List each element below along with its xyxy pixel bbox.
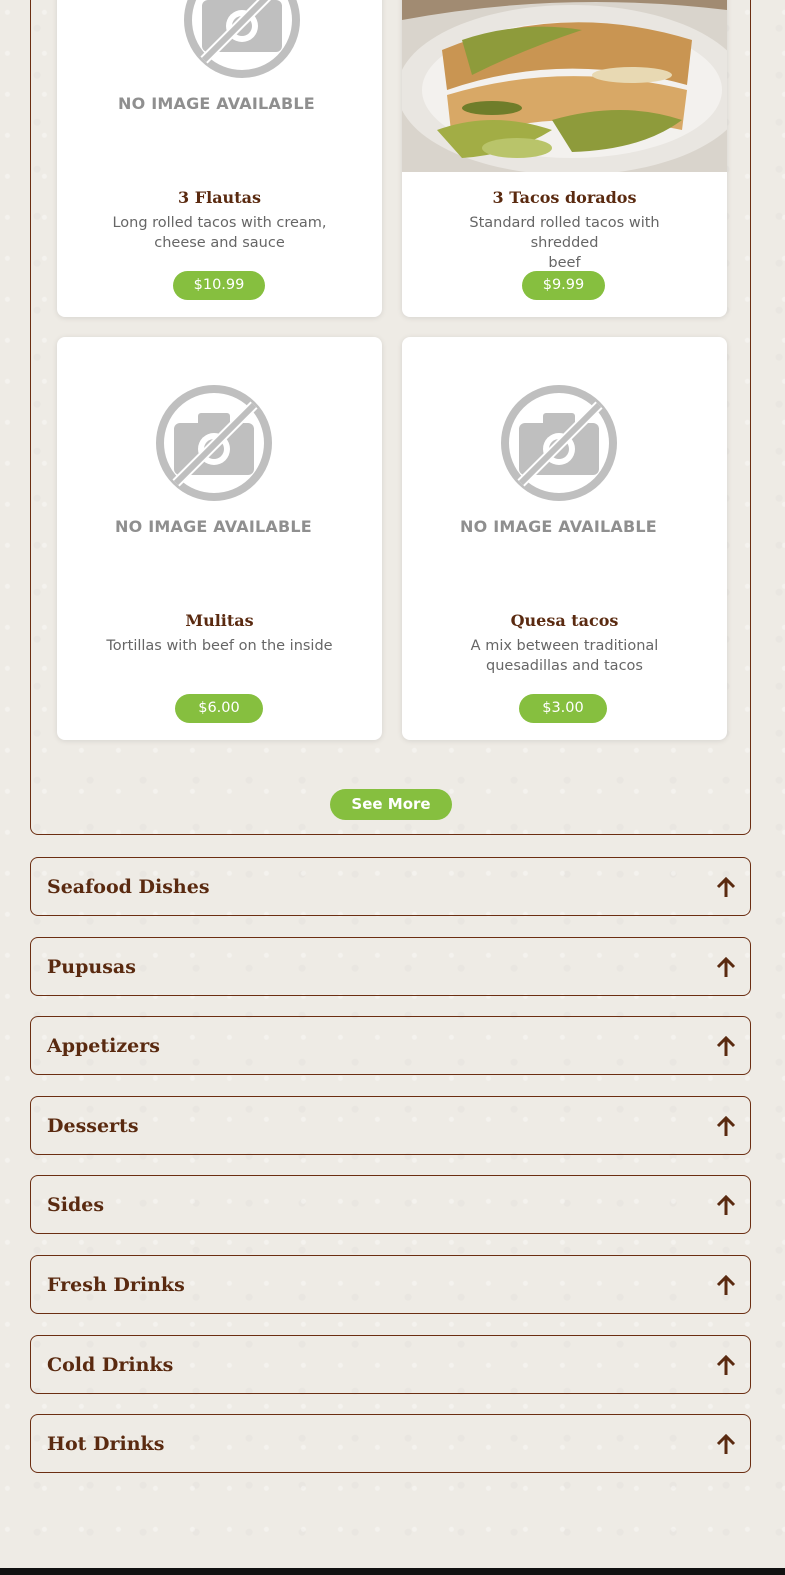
- category-label: Appetizers: [47, 1035, 160, 1057]
- item-photo: [402, 0, 727, 172]
- arrow-up-icon: [716, 1116, 736, 1136]
- category-label: Sides: [47, 1194, 105, 1216]
- item-name: Mulitas: [185, 611, 254, 630]
- category-pupusas[interactable]: Pupusas: [30, 937, 751, 996]
- item-price[interactable]: $3.00: [519, 694, 607, 723]
- item-name: Quesa tacos: [510, 611, 619, 630]
- see-more-button[interactable]: See More: [330, 789, 452, 820]
- item-price[interactable]: $10.99: [173, 271, 265, 300]
- no-image-label: NO IMAGE AVAILABLE: [118, 94, 315, 113]
- item-description: Standard rolled tacos with shredded beef: [469, 215, 660, 271]
- menu-item-card[interactable]: 3 Tacos dorados Standard rolled tacos wi…: [402, 0, 727, 317]
- category-label: Hot Drinks: [47, 1433, 165, 1455]
- no-image-label: NO IMAGE AVAILABLE: [460, 517, 657, 536]
- category-fresh-drinks[interactable]: Fresh Drinks: [30, 1255, 751, 1314]
- arrow-up-icon: [716, 1195, 736, 1215]
- item-price[interactable]: $6.00: [175, 694, 263, 723]
- arrow-up-icon: [716, 957, 736, 977]
- item-name: 3 Tacos dorados: [492, 188, 637, 207]
- category-desserts[interactable]: Desserts: [30, 1096, 751, 1155]
- no-photo-icon: [155, 385, 272, 501]
- no-image-label: NO IMAGE AVAILABLE: [115, 517, 312, 536]
- item-name: 3 Flautas: [178, 188, 261, 207]
- menu-item-card[interactable]: NO IMAGE AVAILABLE Quesa tacos A mix bet…: [402, 337, 727, 740]
- bottom-edge-bar: [0, 1568, 785, 1575]
- item-description: Long rolled tacos with cream, cheese and …: [112, 215, 327, 251]
- menu-item-card[interactable]: NO IMAGE AVAILABLE Mulitas Tortillas wit…: [57, 337, 382, 740]
- category-seafood-dishes[interactable]: Seafood Dishes: [30, 857, 751, 916]
- category-label: Desserts: [47, 1115, 139, 1137]
- item-description: Tortillas with beef on the inside: [106, 638, 333, 654]
- category-appetizers[interactable]: Appetizers: [30, 1016, 751, 1075]
- category-label: Cold Drinks: [47, 1354, 174, 1376]
- arrow-up-icon: [716, 1275, 736, 1295]
- arrow-up-icon: [716, 1036, 736, 1056]
- menu-item-card[interactable]: NO IMAGE AVAILABLE 3 Flautas Long rolled…: [57, 0, 382, 317]
- item-price[interactable]: $9.99: [522, 271, 605, 300]
- no-photo-icon: [184, 0, 300, 78]
- arrow-up-icon: [716, 877, 736, 897]
- arrow-up-icon: [716, 1355, 736, 1375]
- category-sides[interactable]: Sides: [30, 1175, 751, 1234]
- no-image-placeholder: NO IMAGE AVAILABLE: [57, 337, 382, 536]
- arrow-up-icon: [716, 1434, 736, 1454]
- category-cold-drinks[interactable]: Cold Drinks: [30, 1335, 751, 1394]
- category-label: Fresh Drinks: [47, 1274, 185, 1296]
- item-description: A mix between traditional quesadillas and…: [470, 638, 659, 674]
- category-label: Seafood Dishes: [47, 876, 210, 898]
- no-image-placeholder: NO IMAGE AVAILABLE: [402, 337, 727, 536]
- category-hot-drinks[interactable]: Hot Drinks: [30, 1414, 751, 1473]
- no-photo-icon: [500, 385, 617, 501]
- category-label: Pupusas: [47, 956, 136, 978]
- no-image-placeholder: NO IMAGE AVAILABLE: [57, 0, 382, 152]
